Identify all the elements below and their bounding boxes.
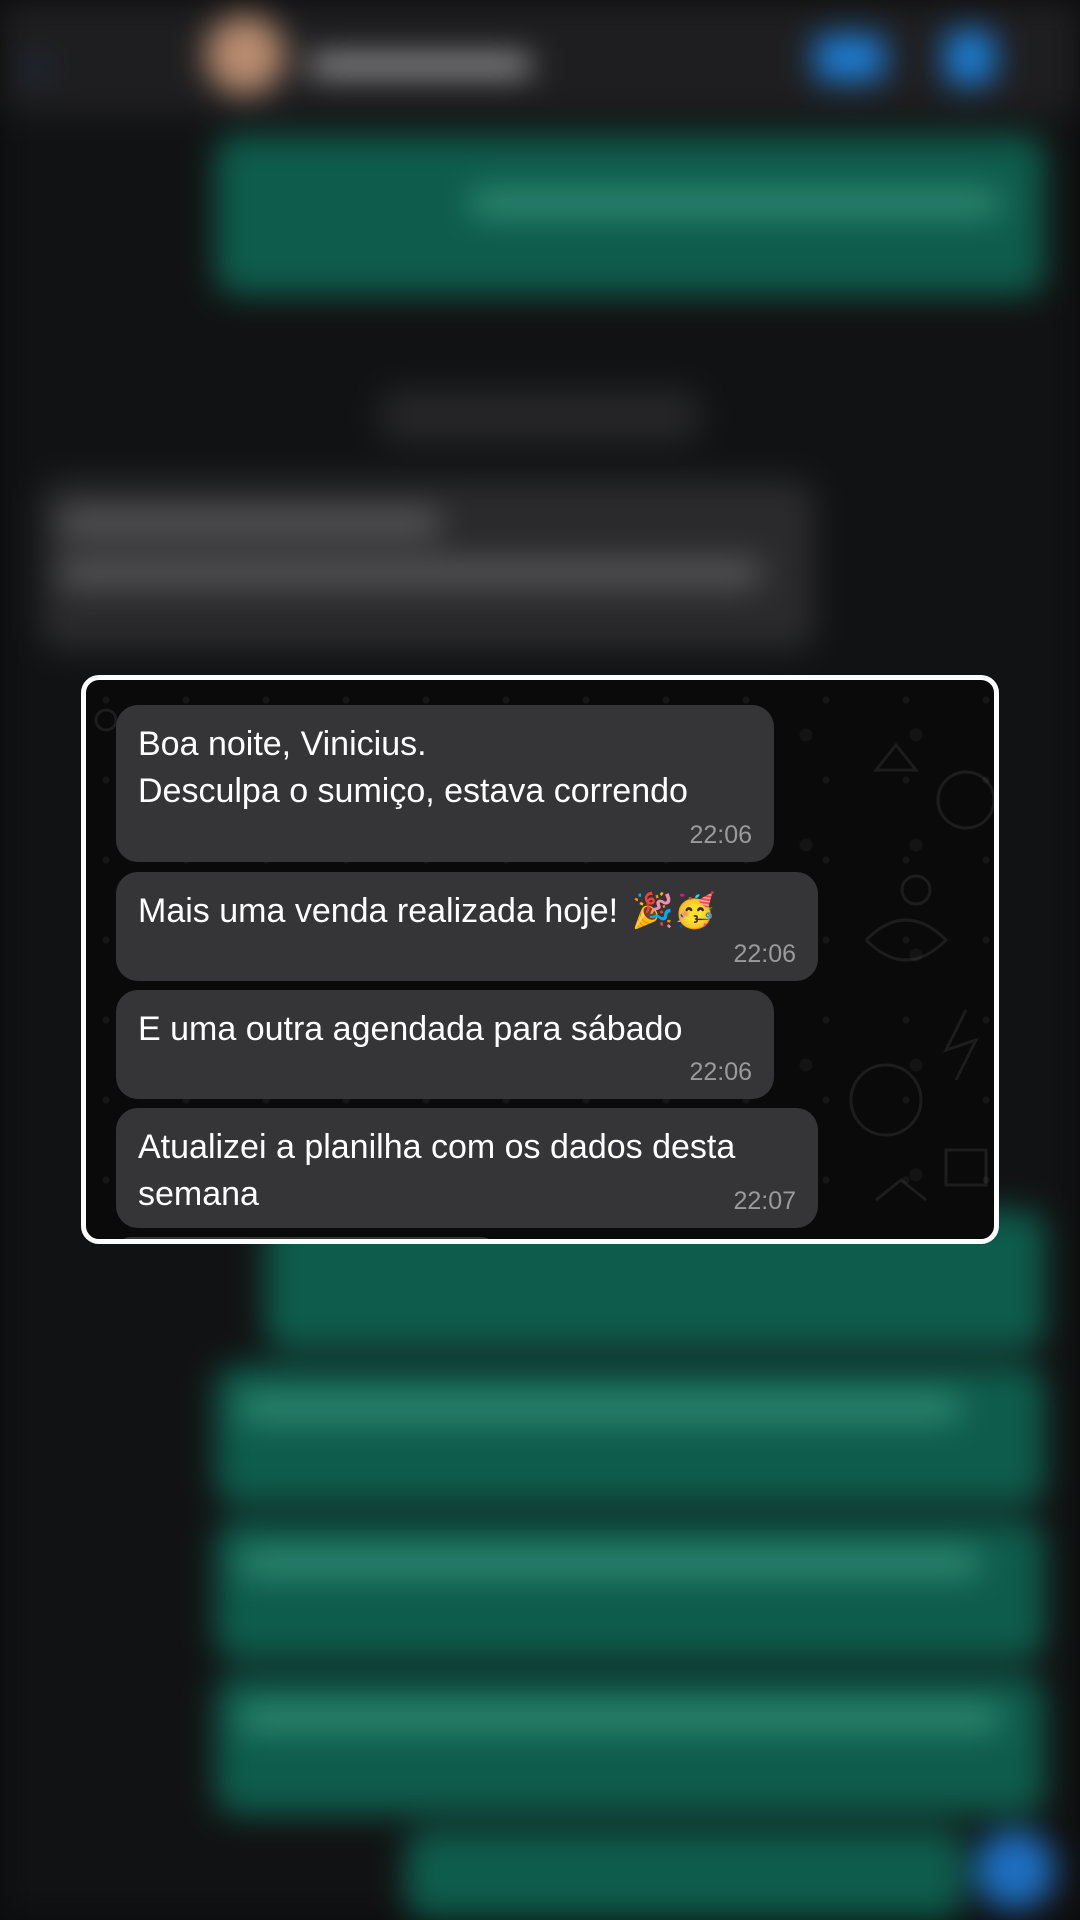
scroll-down-button[interactable] xyxy=(975,1830,1055,1910)
blurred-text xyxy=(240,1705,1000,1731)
message-time: 22:06 xyxy=(689,821,752,849)
date-chip xyxy=(380,390,700,442)
message-text: Boa noite, Vinicius. Desculpa o sumiço, … xyxy=(138,725,688,810)
back-chevron-icon[interactable]: ‹ xyxy=(28,40,44,95)
message-bubble[interactable]: Boa noite, Vinicius. Desculpa o sumiço, … xyxy=(116,705,774,862)
contact-name-blurred[interactable]: ▬▬▬▬▬ xyxy=(310,33,530,83)
message-text: Atualizei a planilha com os dados desta … xyxy=(138,1128,736,1213)
blurred-outgoing-bubble xyxy=(215,1365,1045,1505)
phone-call-icon[interactable] xyxy=(945,30,995,85)
blurred-text xyxy=(60,560,760,586)
message-text: Mais uma venda realizada hoje! xyxy=(138,892,619,930)
blurred-outgoing-bubble xyxy=(405,1830,965,1920)
blurred-text xyxy=(60,510,440,536)
video-call-icon[interactable] xyxy=(815,35,885,81)
blurred-outgoing-bubble xyxy=(215,1675,1045,1815)
message-text: E uma outra agendada para sábado xyxy=(138,1010,683,1048)
message-bubble[interactable]: Mais uma venda realizada hoje! 🎉🥳 22:06 xyxy=(116,872,818,981)
message-time: 22:07 xyxy=(733,1187,796,1215)
message-time: 22:06 xyxy=(733,940,796,968)
message-time: 22:06 xyxy=(689,1058,752,1086)
message-text-container: Mais uma venda realizada hoje! 🎉🥳 xyxy=(138,888,796,935)
party-popper-emoji: 🎉🥳 xyxy=(631,892,717,930)
selected-messages-popup: Boa noite, Vinicius. Desculpa o sumiço, … xyxy=(81,675,999,1244)
blurred-text xyxy=(470,190,1000,216)
message-bubble-partial xyxy=(116,1237,496,1239)
blurred-text xyxy=(240,1550,980,1576)
contact-avatar[interactable] xyxy=(205,15,285,95)
message-bubble[interactable]: Atualizei a planilha com os dados desta … xyxy=(116,1108,818,1228)
blurred-text xyxy=(240,1395,960,1421)
message-bubble[interactable]: E uma outra agendada para sábado 22:06 xyxy=(116,990,774,1099)
chat-header xyxy=(0,0,1080,115)
blurred-outgoing-bubble xyxy=(215,1520,1045,1660)
